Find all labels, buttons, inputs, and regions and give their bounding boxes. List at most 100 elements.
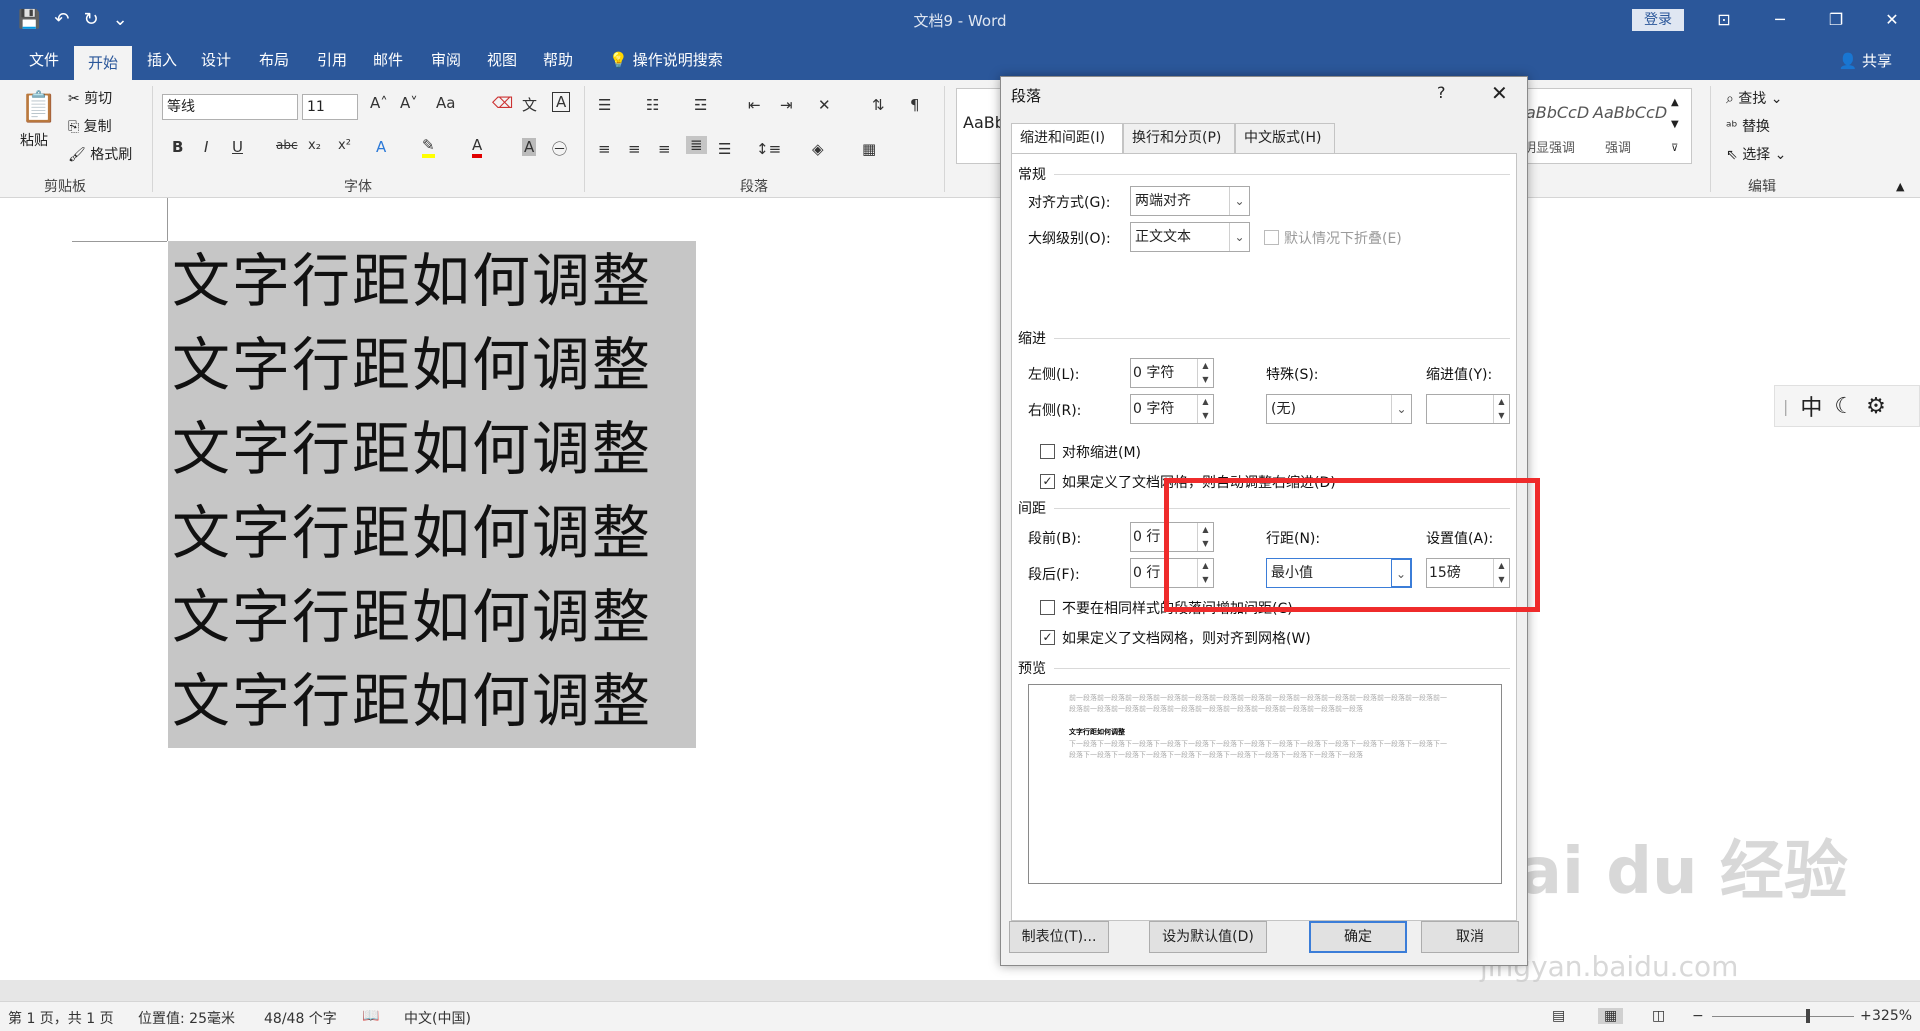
chinese-layout-icon[interactable]: ✕ bbox=[818, 96, 831, 114]
format-painter-button[interactable]: 🖌 格式刷 bbox=[68, 144, 132, 164]
styles-scroll-down-icon[interactable]: ▼ bbox=[1671, 119, 1679, 130]
tabs-button[interactable]: 制表位(T)... bbox=[1009, 921, 1109, 953]
tab-help[interactable]: 帮助 bbox=[536, 40, 580, 80]
tell-me-search[interactable]: 💡 操作说明搜索 bbox=[600, 40, 732, 80]
copy-button[interactable]: ⎘ 复制 bbox=[68, 116, 112, 136]
zoom-level[interactable]: 325% bbox=[1872, 1008, 1912, 1024]
spin-up-icon[interactable]: ▲ bbox=[1493, 395, 1509, 409]
alignment-dropdown[interactable]: 两端对齐 ⌄ bbox=[1130, 186, 1250, 216]
position-value[interactable]: 位置值: 25毫米 bbox=[138, 1008, 235, 1028]
italic-icon[interactable]: I bbox=[204, 138, 208, 156]
phonetic-guide-icon[interactable]: 文 bbox=[522, 94, 537, 115]
char-shading-icon[interactable]: A bbox=[522, 138, 537, 156]
tab-review[interactable]: 审阅 bbox=[424, 40, 468, 80]
justify-icon[interactable]: ≣ bbox=[686, 136, 707, 154]
tab-asian-typography[interactable]: 中文版式(H) bbox=[1235, 123, 1335, 153]
tab-line-page-breaks[interactable]: 换行和分页(P) bbox=[1123, 123, 1235, 153]
collapse-ribbon-icon[interactable]: ▲ bbox=[1896, 180, 1904, 193]
zoom-in-icon[interactable]: + bbox=[1860, 1008, 1872, 1024]
select-button[interactable]: ⇖ 选择 ⌄ bbox=[1726, 144, 1786, 164]
tab-mailings[interactable]: 邮件 bbox=[366, 40, 410, 80]
decrease-indent-icon[interactable]: ⇤ bbox=[748, 96, 761, 114]
set-default-button[interactable]: 设为默认值(D) bbox=[1149, 921, 1267, 953]
styles-more-icon[interactable]: ⊽ bbox=[1671, 143, 1678, 154]
right-indent-spinner[interactable]: 0 字符 ▲ ▼ bbox=[1130, 394, 1214, 424]
show-marks-icon[interactable]: ¶ bbox=[910, 96, 920, 114]
document-line[interactable]: 文字行距如何调整 bbox=[172, 414, 652, 484]
document-line[interactable]: 文字行距如何调整 bbox=[172, 246, 652, 316]
auto-adjust-indent-checkbox[interactable]: ✓ bbox=[1040, 474, 1055, 489]
print-layout-icon[interactable]: ▦ bbox=[1598, 1008, 1624, 1024]
no-space-same-style-checkbox[interactable] bbox=[1040, 600, 1055, 615]
font-size-combo[interactable]: 11 bbox=[302, 94, 358, 120]
restore-icon[interactable]: ❐ bbox=[1808, 0, 1864, 40]
login-button[interactable]: 登录 bbox=[1632, 9, 1684, 31]
ribbon-display-icon[interactable]: ⊡ bbox=[1696, 0, 1752, 40]
zoom-slider-thumb[interactable] bbox=[1806, 1009, 1810, 1023]
special-indent-dropdown[interactable]: (无) ⌄ bbox=[1266, 394, 1412, 424]
tab-home[interactable]: 开始 bbox=[74, 46, 132, 80]
paste-label[interactable]: 粘贴 bbox=[20, 130, 48, 150]
minimize-icon[interactable]: ─ bbox=[1752, 0, 1808, 40]
distributed-icon[interactable]: ☰ bbox=[718, 140, 731, 158]
underline-icon[interactable]: U bbox=[232, 138, 243, 156]
shrink-font-icon[interactable]: A˅ bbox=[400, 94, 418, 112]
tab-indents-spacing[interactable]: 缩进和间距(I) bbox=[1011, 123, 1123, 155]
strikethrough-icon[interactable]: abc bbox=[276, 138, 298, 152]
align-left-icon[interactable]: ≡ bbox=[598, 140, 611, 158]
share-button[interactable]: 👤 共享 bbox=[1839, 50, 1892, 71]
web-layout-icon[interactable]: ◫ bbox=[1652, 1008, 1665, 1024]
page-count[interactable]: 第 1 页，共 1 页 bbox=[8, 1008, 114, 1028]
ok-button[interactable]: 确定 bbox=[1309, 921, 1407, 953]
left-indent-spinner[interactable]: 0 字符 ▲ ▼ bbox=[1130, 358, 1214, 388]
paste-icon[interactable]: 📋 bbox=[20, 90, 57, 125]
borders-icon[interactable]: ▦ bbox=[862, 140, 876, 158]
tab-view[interactable]: 视图 bbox=[480, 40, 524, 80]
tab-design[interactable]: 设计 bbox=[194, 40, 238, 80]
zoom-out-icon[interactable]: − bbox=[1692, 1008, 1704, 1024]
text-effects-icon[interactable]: A bbox=[376, 138, 386, 156]
grow-font-icon[interactable]: A˄ bbox=[370, 94, 388, 112]
indent-by-spinner[interactable]: ▲ ▼ bbox=[1426, 394, 1510, 424]
font-name-combo[interactable]: 等线 bbox=[162, 94, 298, 120]
tab-insert[interactable]: 插入 bbox=[140, 40, 184, 80]
align-right-icon[interactable]: ≡ bbox=[658, 140, 671, 158]
line-spacing-icon[interactable]: ↕≡ bbox=[756, 140, 781, 158]
spin-down-icon[interactable]: ▼ bbox=[1197, 373, 1213, 387]
close-window-icon[interactable]: ✕ bbox=[1864, 0, 1920, 40]
cancel-button[interactable]: 取消 bbox=[1421, 921, 1519, 953]
gear-icon[interactable]: ⚙ bbox=[1866, 394, 1886, 419]
subscript-icon[interactable]: x₂ bbox=[308, 138, 321, 153]
highlight-icon[interactable]: ✎ bbox=[422, 136, 435, 158]
font-color-icon[interactable]: A bbox=[472, 136, 483, 158]
tab-references[interactable]: 引用 bbox=[310, 40, 354, 80]
help-icon[interactable]: ? bbox=[1437, 83, 1446, 102]
zoom-slider[interactable] bbox=[1712, 1016, 1854, 1017]
enclose-char-icon[interactable]: ㊀ bbox=[552, 138, 567, 159]
spin-down-icon[interactable]: ▼ bbox=[1197, 409, 1213, 423]
increase-indent-icon[interactable]: ⇥ bbox=[780, 96, 793, 114]
document-line[interactable]: 文字行距如何调整 bbox=[172, 498, 652, 568]
ime-mode-toggle[interactable]: 中 bbox=[1800, 390, 1822, 422]
tab-file[interactable]: 文件 bbox=[22, 40, 66, 80]
document-line[interactable]: 文字行距如何调整 bbox=[172, 330, 652, 400]
char-border-icon[interactable]: A bbox=[552, 92, 571, 112]
moon-icon[interactable]: ☾ bbox=[1834, 394, 1854, 419]
style-emphasis[interactable]: AaBbCcD bbox=[1593, 103, 1667, 122]
collapse-default-checkbox[interactable] bbox=[1264, 230, 1279, 245]
bold-icon[interactable]: B bbox=[172, 138, 183, 156]
word-count[interactable]: 48/48 个字 bbox=[264, 1008, 337, 1028]
sort-icon[interactable]: ⇅ bbox=[872, 96, 885, 114]
styles-scroll-up-icon[interactable]: ▲ bbox=[1671, 97, 1679, 108]
spin-down-icon[interactable]: ▼ bbox=[1493, 409, 1509, 423]
spin-up-icon[interactable]: ▲ bbox=[1197, 395, 1213, 409]
close-icon[interactable]: ✕ bbox=[1491, 81, 1508, 105]
cut-button[interactable]: ✂ 剪切 bbox=[68, 88, 112, 108]
mirror-indents-checkbox[interactable] bbox=[1040, 444, 1055, 459]
snap-to-grid-checkbox[interactable]: ✓ bbox=[1040, 630, 1055, 645]
read-mode-icon[interactable]: ▤ bbox=[1552, 1008, 1565, 1024]
tab-layout[interactable]: 布局 bbox=[252, 40, 296, 80]
outline-level-dropdown[interactable]: 正文文本 ⌄ bbox=[1130, 222, 1250, 252]
document-line[interactable]: 文字行距如何调整 bbox=[172, 666, 652, 736]
style-normal[interactable]: AaBb bbox=[963, 113, 1005, 132]
